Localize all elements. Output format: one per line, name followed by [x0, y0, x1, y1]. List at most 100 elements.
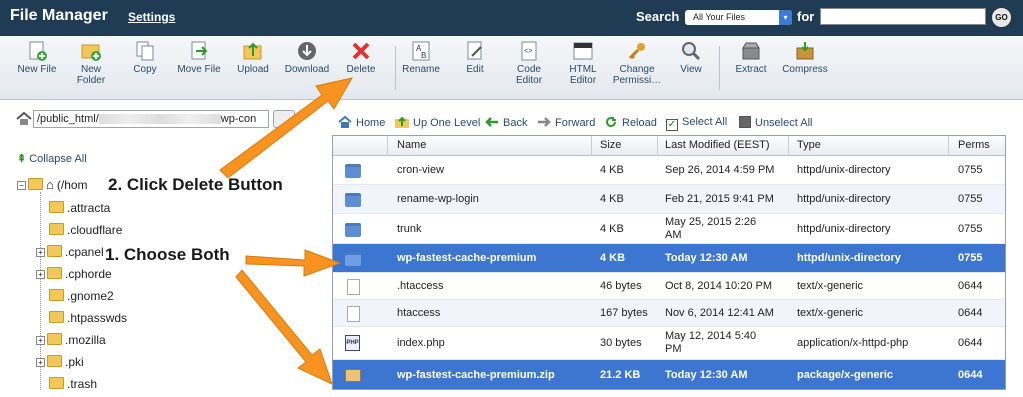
column-header-name[interactable]: Name — [397, 139, 426, 151]
table-row-selected[interactable]: wp-fastest-cache-premium 4 KB Today 12:3… — [333, 244, 1005, 273]
new-file-label: New File — [17, 64, 57, 75]
go-button[interactable]: GO — [991, 7, 1012, 28]
file-type: application/x-httpd-php — [797, 337, 909, 349]
download-button[interactable]: Download — [279, 40, 335, 75]
edit-label: Edit — [466, 64, 484, 75]
file-name: trunk — [397, 223, 422, 235]
table-row[interactable]: htaccess 167 bytes Nov 6, 2014 12:41 AM … — [333, 300, 1005, 327]
nav-bar: Home Up One Level Back Forward Reload ✓ S… — [333, 112, 1023, 134]
up-one-level-button[interactable]: Up One Level — [395, 116, 480, 129]
extract-icon — [742, 42, 760, 60]
tree-item[interactable]: .trash — [49, 376, 97, 392]
expand-toggle[interactable]: + — [36, 270, 45, 279]
table-row[interactable]: .htaccess 46 bytes Oct 8, 2014 10:20 PM … — [333, 273, 1005, 300]
move-file-button[interactable]: Move File — [171, 40, 227, 75]
compress-button[interactable]: Compress — [777, 40, 833, 75]
expand-toggle[interactable]: − — [17, 181, 26, 190]
table-row[interactable]: rename-wp-login 4 KB Feb 21, 2015 9:41 P… — [333, 185, 1005, 214]
tree-item[interactable]: + .mozilla — [36, 332, 106, 348]
column-header-perms[interactable]: Perms — [958, 139, 990, 151]
tree-item-label: .gnome2 — [67, 289, 114, 303]
tree-item-label: .htpasswds — [67, 311, 128, 325]
tree-item[interactable]: .htpasswds — [49, 310, 127, 326]
file-type: httpd/unix-directory — [797, 193, 891, 205]
html-editor-button[interactable]: HTML Editor — [555, 40, 611, 86]
file-type: httpd/unix-directory — [797, 164, 891, 176]
folder-icon — [49, 201, 64, 213]
tree-item[interactable]: .gnome2 — [49, 288, 114, 304]
back-button[interactable]: Back — [485, 116, 527, 129]
column-header-type[interactable]: Type — [797, 139, 821, 151]
new-folder-button[interactable]: New Folder — [63, 40, 119, 86]
path-go-button[interactable] — [273, 110, 295, 128]
expand-toggle[interactable]: + — [36, 336, 45, 345]
path-bar: /public_html/wp-con — [0, 108, 330, 130]
upload-button[interactable]: Upload — [225, 40, 281, 75]
tree-item[interactable]: + .cphorde — [36, 266, 112, 282]
tree-item[interactable]: .attracta — [49, 200, 110, 216]
rename-button[interactable]: AB Rename — [393, 40, 449, 75]
file-size: 167 bytes — [600, 307, 648, 319]
path-suffix: wp-con — [220, 113, 257, 125]
home-icon: ⌂ — [46, 177, 54, 192]
for-label: for — [797, 9, 815, 24]
file-perms: 0755 — [958, 164, 983, 176]
column-header-modified[interactable]: Last Modified (EEST) — [665, 139, 770, 151]
new-file-button[interactable]: New File — [9, 40, 65, 75]
delete-icon — [352, 42, 370, 60]
home-icon — [338, 116, 352, 128]
tree-item-label: .cphorde — [65, 267, 112, 281]
collapse-all-label: Collapse All — [29, 153, 87, 165]
search-scope-select[interactable]: All Your Files ▾ — [685, 10, 792, 25]
select-all-label: Select All — [682, 116, 728, 128]
upload-icon — [243, 42, 262, 60]
folder-icon — [47, 245, 62, 257]
tree-item[interactable]: .cloudflare — [49, 222, 122, 238]
code-editor-button[interactable]: <> Code Editor — [501, 40, 557, 86]
change-permissions-button[interactable]: Change Permissi… — [609, 40, 665, 86]
file-modified: Feb 21, 2015 9:41 PM — [665, 193, 774, 205]
tree-item[interactable]: + .pki — [36, 354, 84, 370]
path-input[interactable]: /public_html/wp-con — [33, 110, 269, 128]
expand-toggle[interactable]: + — [36, 358, 45, 367]
delete-button[interactable]: Delete — [333, 40, 389, 75]
table-row[interactable]: trunk 4 KB May 25, 2015 2:26 AM httpd/un… — [333, 214, 1005, 244]
extract-button[interactable]: Extract — [723, 40, 779, 75]
app-title: File Manager — [10, 7, 108, 24]
edit-icon — [467, 41, 482, 60]
table-row-selected[interactable]: wp-fastest-cache-premium.zip 21.2 KB Tod… — [333, 360, 1005, 389]
search-input[interactable] — [820, 8, 986, 25]
file-modified: Nov 6, 2014 12:41 AM — [665, 307, 774, 319]
settings-link[interactable]: Settings — [128, 10, 175, 24]
collapse-all-link[interactable]: ⇞ Collapse All — [17, 152, 87, 165]
arrow-right-icon — [538, 117, 551, 127]
folder-up-icon — [395, 116, 409, 128]
select-all-button[interactable]: ✓ Select All — [666, 116, 727, 131]
expand-toggle[interactable]: + — [36, 248, 45, 257]
file-name: rename-wp-login — [397, 193, 479, 205]
folder-icon — [49, 311, 64, 323]
reload-icon — [606, 116, 616, 127]
column-divider — [948, 136, 949, 156]
copy-button[interactable]: Copy — [117, 40, 173, 75]
search-scope-value: All Your Files — [693, 12, 746, 22]
up-one-level-label: Up One Level — [413, 117, 481, 129]
unselect-all-button[interactable]: Unselect All — [739, 116, 812, 129]
compress-icon — [796, 42, 814, 60]
edit-button[interactable]: Edit — [447, 40, 503, 75]
table-row[interactable]: cron-view 4 KB Sep 26, 2014 4:59 PM http… — [333, 156, 1005, 185]
folder-icon — [49, 289, 64, 301]
change-permissions-label: Change Permissi… — [612, 64, 662, 86]
file-size: 4 KB — [600, 223, 624, 235]
copy-icon — [136, 41, 154, 61]
tree-root[interactable]: − ⌂ (/hom — [17, 177, 88, 193]
home-nav-button[interactable]: Home — [338, 116, 385, 129]
column-header-size[interactable]: Size — [600, 139, 621, 151]
compress-label: Compress — [782, 64, 828, 75]
reload-button[interactable]: Reload — [604, 116, 657, 129]
forward-button[interactable]: Forward — [537, 116, 595, 129]
table-row[interactable]: PHP index.php 30 bytes May 12, 2014 5:40… — [333, 327, 1005, 360]
file-perms: 0644 — [958, 307, 983, 319]
tree-item[interactable]: + .cpanel — [36, 244, 104, 260]
view-button[interactable]: View — [663, 40, 719, 75]
